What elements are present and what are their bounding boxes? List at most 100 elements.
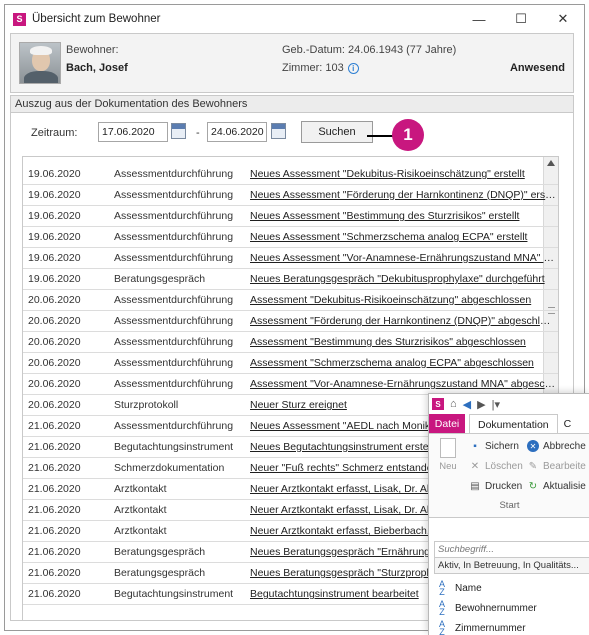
sort-label: Bewohnernummer — [455, 602, 537, 614]
table-row[interactable]: 20.06.2020 Assessmentdurchführung Assessme… — [23, 374, 558, 395]
resident-dob: Geb.-Datum: 24.06.1943 (77 Jahre) — [282, 44, 457, 56]
entry-type: Schmerzdokumentation — [114, 462, 225, 474]
resident-header: Bewohner: Bach, Josef Geb.-Datum: 24.06.… — [10, 33, 574, 93]
entry-type: Assessmentdurchführung — [114, 252, 234, 264]
entry-type: Assessmentdurchführung — [114, 315, 234, 327]
new-button[interactable]: Neu — [435, 438, 461, 472]
table-row[interactable]: 20.06.2020 Assessmentdurchführung Assessme… — [23, 353, 558, 374]
delete-label: Löschen — [485, 460, 523, 472]
info-icon[interactable]: i — [347, 62, 359, 74]
entry-type: Beratungsgespräch — [114, 567, 206, 579]
entry-type: Assessmentdurchführung — [114, 168, 234, 180]
window-title: Übersicht zum Bewohner — [32, 13, 161, 25]
sort-by-resident-number[interactable]: AZ Bewohnernummer — [437, 600, 537, 617]
entry-date: 21.06.2020 — [28, 483, 81, 495]
ribbon-group-label: Start — [499, 500, 520, 511]
minimize-button[interactable]: — — [458, 5, 500, 33]
quick-access-toolbar: S ⌂ ◀ ▶ |▾ — [429, 394, 589, 414]
entry-date: 19.06.2020 — [28, 231, 81, 243]
cancel-icon: ✕ — [527, 440, 539, 452]
date-to-input[interactable]: 24.06.2020 — [207, 122, 267, 142]
entry-type: Assessmentdurchführung — [114, 210, 234, 222]
room-label: Zimmer: 103 — [282, 62, 344, 74]
entry-date: 20.06.2020 — [28, 399, 81, 411]
forward-arrow-icon[interactable]: ▶ — [477, 398, 485, 411]
sort-by-room-number[interactable]: AZ Zimmernummer — [437, 620, 526, 635]
entry-type: Begutachtungsinstrument — [114, 588, 234, 600]
resident-name: Bach, Josef — [66, 62, 128, 74]
entry-description-link[interactable]: Neues Assessment "Vor-Anamnese-Ernährung… — [250, 252, 556, 264]
refresh-button[interactable]: ↻ Aktualisie — [527, 480, 586, 492]
customize-icon[interactable]: |▾ — [492, 398, 500, 411]
table-row[interactable]: 19.06.2020 Beratungsgespräch Neues Beratun… — [23, 269, 558, 290]
entry-date: 19.06.2020 — [28, 273, 81, 285]
table-row[interactable]: 19.06.2020 Assessmentdurchführung Neues As… — [23, 227, 558, 248]
table-row[interactable]: 19.06.2020 Assessmentdurchführung Neues As… — [23, 248, 558, 269]
entry-date: 19.06.2020 — [28, 189, 81, 201]
sort-ascending-icon: AZ — [438, 619, 445, 635]
tab-file[interactable]: Datei — [429, 414, 465, 433]
cancel-button[interactable]: ✕ Abbreche — [527, 440, 586, 452]
print-button[interactable]: ▤ Drucken — [469, 480, 522, 492]
entry-description-link[interactable]: Assessment "Schmerzschema analog ECPA" a… — [250, 357, 556, 369]
entry-date: 21.06.2020 — [28, 567, 81, 579]
tab-more[interactable]: C — [558, 414, 572, 433]
save-button[interactable]: ▪ Sichern — [469, 440, 519, 452]
close-button[interactable]: ✕ — [542, 5, 584, 33]
callout-line — [367, 135, 393, 137]
tab-documentation[interactable]: Dokumentation — [469, 414, 558, 433]
status-filter-select[interactable]: Aktiv, In Betreuung, In Qualitäts... — [434, 557, 589, 574]
entry-date: 19.06.2020 — [28, 210, 81, 222]
entry-type: Assessmentdurchführung — [114, 378, 234, 390]
entry-date: 19.06.2020 — [28, 168, 81, 180]
table-row[interactable]: 20.06.2020 Assessmentdurchführung Assessme… — [23, 311, 558, 332]
ribbon-popup: S ⌂ ◀ ▶ |▾ Datei Dokumentation C Neu ▪ S… — [428, 393, 589, 635]
sort-by-name[interactable]: AZ Name — [437, 579, 482, 597]
edit-icon: ✎ — [528, 460, 538, 472]
entry-type: Assessmentdurchführung — [114, 336, 234, 348]
table-row[interactable]: 20.06.2020 Assessmentdurchführung Assessme… — [23, 332, 558, 353]
entry-description-link[interactable]: Assessment "Dekubitus-Risikoeinschätzung… — [250, 294, 556, 306]
entry-description-link[interactable]: Neues Beratungsgespräch "Dekubitusprophy… — [250, 273, 556, 285]
table-row[interactable]: 19.06.2020 Assessmentdurchführung Neues As… — [23, 164, 558, 185]
home-icon[interactable]: ⌂ — [450, 398, 457, 410]
delete-button[interactable]: ✕ Löschen — [469, 460, 523, 472]
entry-type: Arztkontakt — [114, 525, 167, 537]
entry-date: 21.06.2020 — [28, 420, 81, 432]
table-row[interactable]: 20.06.2020 Assessmentdurchführung Assessme… — [23, 290, 558, 311]
entry-date: 21.06.2020 — [28, 525, 81, 537]
entry-type: Assessmentdurchführung — [114, 231, 234, 243]
entry-description-link[interactable]: Assessment "Förderung der Harnkontinenz … — [250, 315, 556, 327]
avatar — [19, 42, 61, 84]
entry-description-link[interactable]: Neues Assessment "Schmerzschema analog E… — [250, 231, 556, 243]
edit-label: Bearbeite — [543, 460, 586, 472]
entry-date: 20.06.2020 — [28, 294, 81, 306]
search-input[interactable]: Suchbegriff... — [434, 541, 589, 558]
entry-description-link[interactable]: Neues Assessment "Dekubitus-Risikoeinsch… — [250, 168, 556, 180]
table-row[interactable]: 19.06.2020 Assessmentdurchführung Neues As… — [23, 206, 558, 227]
entry-date: 21.06.2020 — [28, 462, 81, 474]
maximize-button[interactable]: ☐ — [500, 5, 542, 33]
calendar-icon[interactable] — [271, 123, 286, 139]
search-button[interactable]: Suchen — [301, 121, 373, 143]
entry-type: Assessmentdurchführung — [114, 357, 234, 369]
entry-type: Arztkontakt — [114, 504, 167, 516]
entry-date: 20.06.2020 — [28, 357, 81, 369]
entry-description-link[interactable]: Neues Assessment "Förderung der Harnkont… — [250, 189, 556, 201]
entry-date: 21.06.2020 — [28, 504, 81, 516]
new-document-icon — [440, 438, 456, 458]
entry-description-link[interactable]: Assessment "Vor-Anamnese-Ernährungszusta… — [250, 378, 556, 390]
delete-icon: ✕ — [470, 460, 480, 472]
sort-ascending-icon: AZ — [438, 579, 445, 597]
entry-type: Assessmentdurchführung — [114, 294, 234, 306]
section-heading: Auszug aus der Dokumentation des Bewohne… — [10, 95, 574, 113]
entry-description-link[interactable]: Assessment "Bestimmung des Sturzrisikos"… — [250, 336, 556, 348]
back-arrow-icon[interactable]: ◀ — [463, 398, 471, 411]
table-row[interactable]: 19.06.2020 Assessmentdurchführung Neues As… — [23, 185, 558, 206]
edit-button[interactable]: ✎ Bearbeite — [527, 460, 586, 472]
date-from-input[interactable]: 17.06.2020 — [98, 122, 168, 142]
entry-type: Assessmentdurchführung — [114, 420, 234, 432]
calendar-icon[interactable] — [171, 123, 186, 139]
entry-description-link[interactable]: Neues Assessment "Bestimmung des Sturzri… — [250, 210, 556, 222]
date-separator: - — [196, 127, 200, 139]
